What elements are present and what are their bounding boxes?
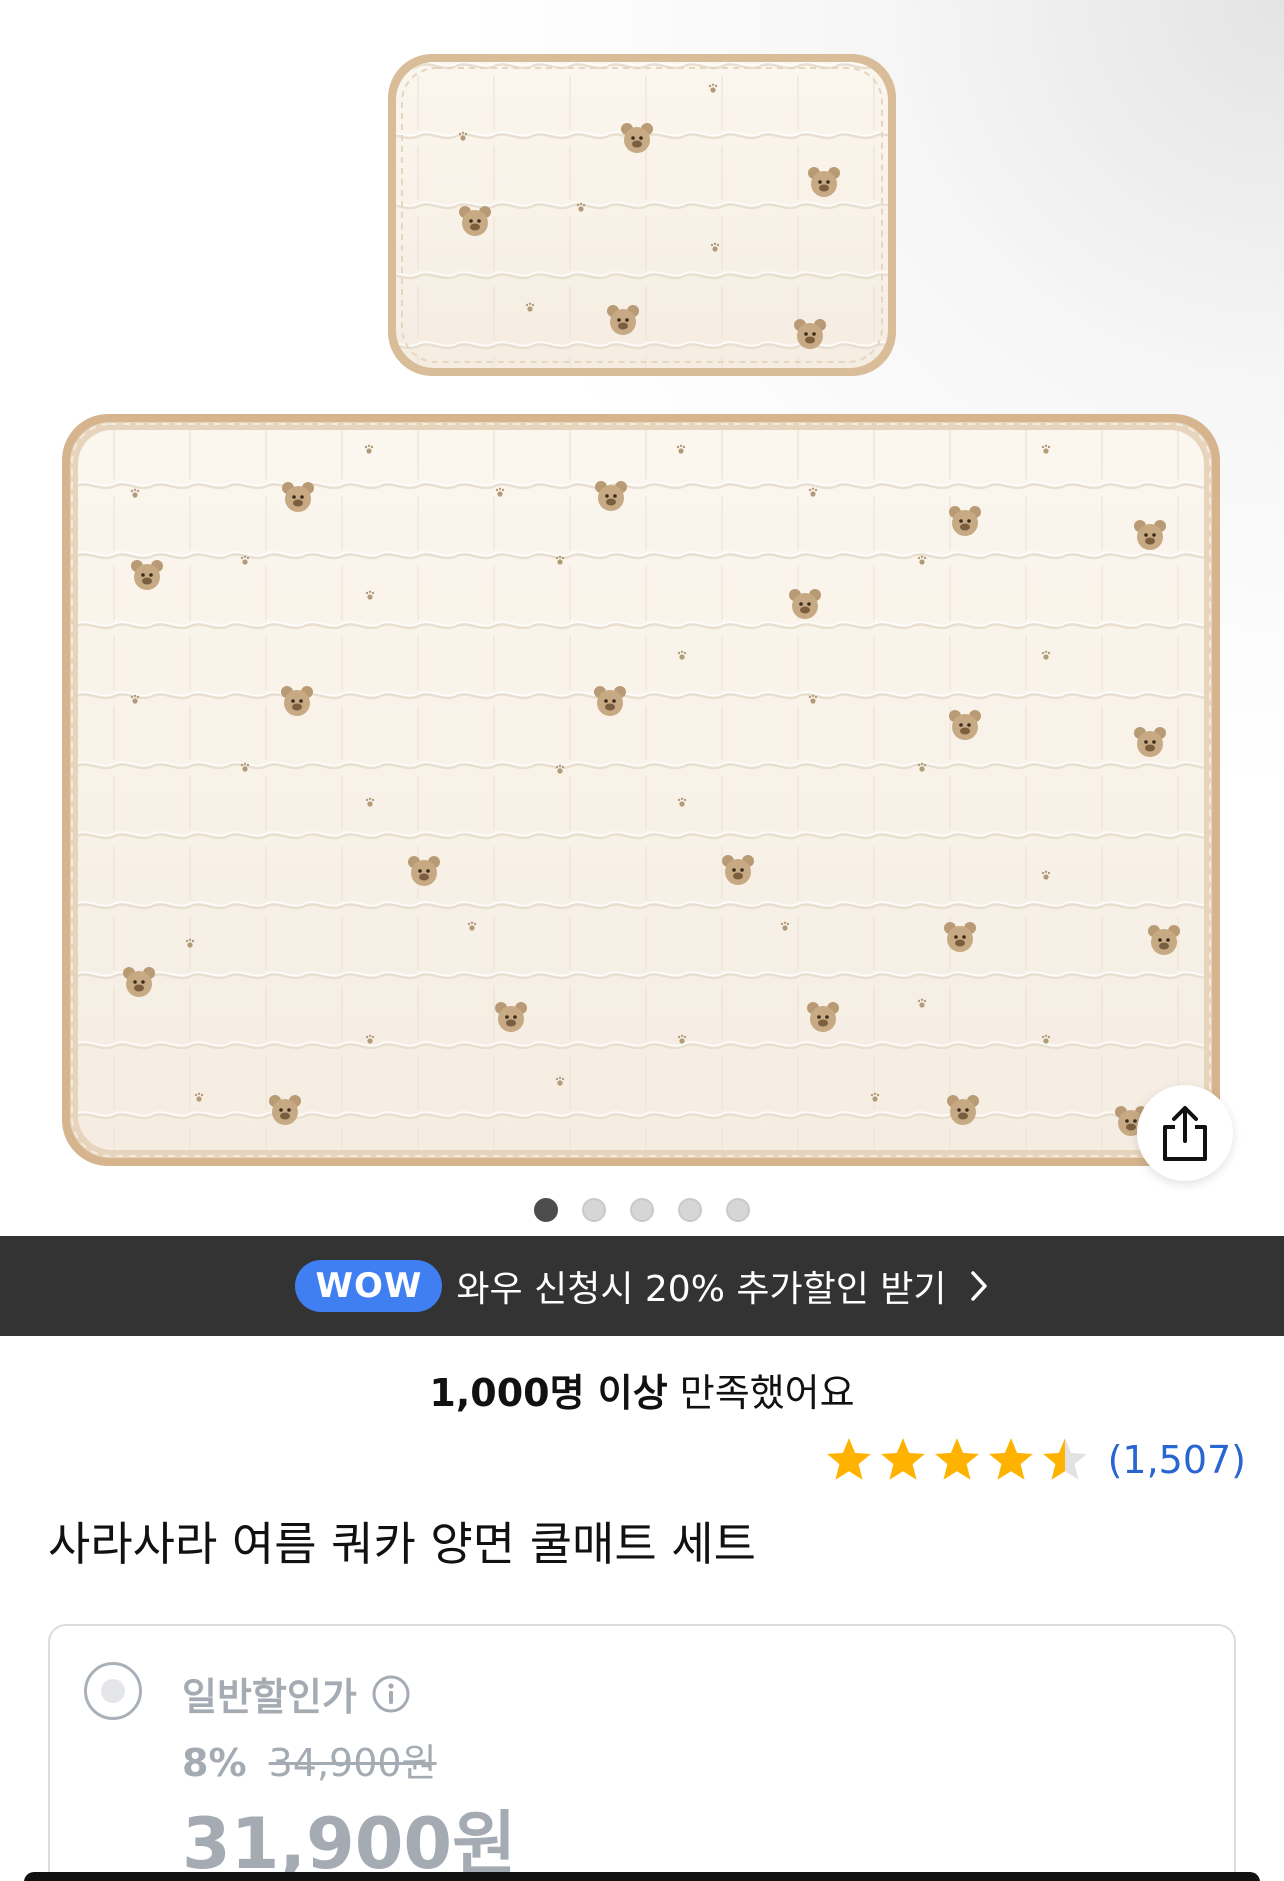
price-option-label: 일반할인가 bbox=[182, 1675, 357, 1719]
share-icon bbox=[1163, 1106, 1207, 1161]
rating-summary[interactable]: (1,507) bbox=[824, 1436, 1246, 1484]
product-title: 사라사라 여름 쿼카 양면 쿨매트 세트 bbox=[48, 1517, 756, 1571]
satisfaction-text: 만족했어요 bbox=[679, 1371, 855, 1415]
carousel-dot-1[interactable] bbox=[534, 1198, 558, 1222]
carousel-dot-4[interactable] bbox=[678, 1198, 702, 1222]
satisfaction-summary: 1,000명 이상 만족했어요 bbox=[0, 1362, 1284, 1417]
wow-membership-banner[interactable]: WOW 와우 신청시 20% 추가할인 받기 bbox=[0, 1236, 1284, 1336]
half-star-icon bbox=[1042, 1438, 1087, 1480]
chevron-right-icon bbox=[969, 1269, 989, 1303]
wow-badge: WOW bbox=[295, 1260, 443, 1312]
carousel-dot-5[interactable] bbox=[726, 1198, 750, 1222]
carousel-dot-2[interactable] bbox=[582, 1198, 606, 1222]
wow-banner-text: 와우 신청시 20% 추가할인 받기 bbox=[456, 1269, 947, 1310]
satisfaction-count: 1,000명 이상 bbox=[429, 1371, 668, 1415]
share-button[interactable] bbox=[1137, 1085, 1233, 1181]
star-rating bbox=[824, 1436, 1090, 1484]
price-option-label-row: 일반할인가 bbox=[182, 1666, 411, 1721]
carousel-indicator bbox=[0, 1198, 1284, 1222]
price-option-card[interactable]: 일반할인가 8% 34,900원 31,900원 bbox=[48, 1624, 1236, 1881]
info-icon[interactable] bbox=[371, 1674, 411, 1714]
star-icon bbox=[988, 1438, 1033, 1480]
star-icon bbox=[880, 1438, 925, 1480]
product-image bbox=[62, 54, 1220, 1166]
final-price: 31,900원 bbox=[182, 1803, 517, 1881]
bottom-bar bbox=[24, 1872, 1260, 1881]
review-count-link[interactable]: (1,507) bbox=[1108, 1438, 1246, 1482]
star-icon bbox=[826, 1438, 871, 1480]
discount-rate: 8% bbox=[182, 1741, 247, 1785]
radio-dot bbox=[101, 1679, 125, 1703]
product-image-gallery[interactable] bbox=[0, 0, 1284, 1236]
original-price: 34,900원 bbox=[268, 1741, 437, 1785]
discount-row: 8% 34,900원 bbox=[182, 1732, 437, 1787]
star-icon bbox=[934, 1438, 979, 1480]
carousel-dot-3[interactable] bbox=[630, 1198, 654, 1222]
price-option-radio[interactable] bbox=[84, 1662, 142, 1720]
